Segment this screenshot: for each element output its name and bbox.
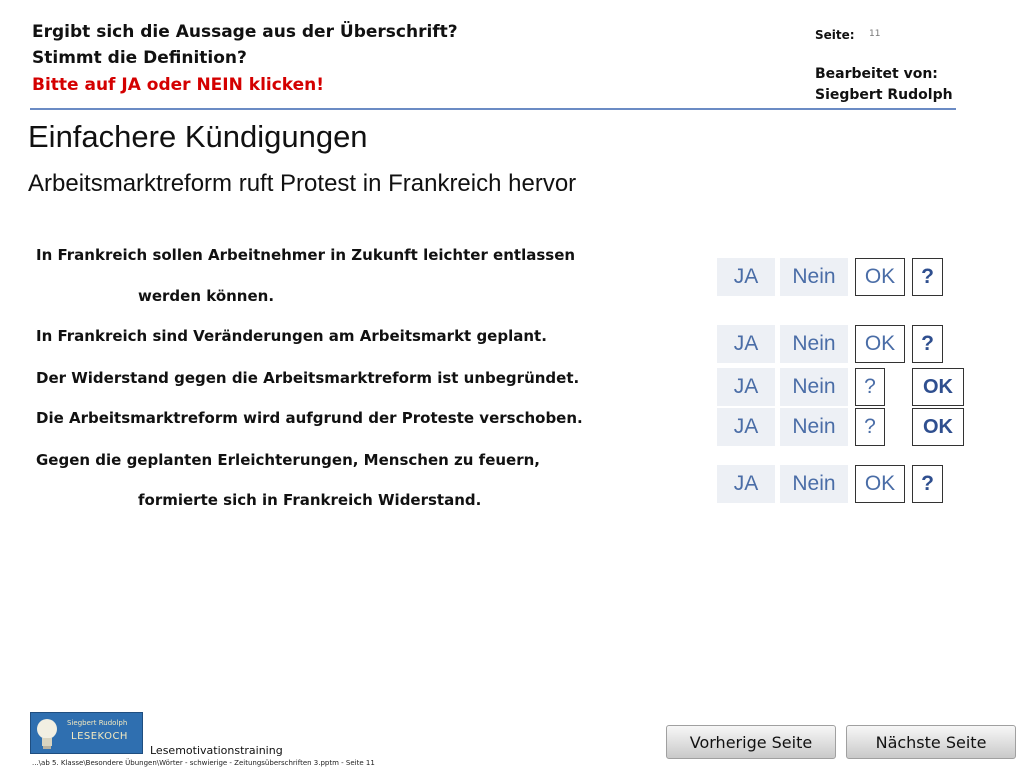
lightbulb-icon (37, 719, 57, 749)
statement-1-line-1: In Frankreich sollen Arbeitnehmer in Zuk… (36, 246, 576, 264)
row-1-no-button[interactable]: Nein (780, 258, 848, 296)
row-4-ok-button[interactable]: OK (912, 408, 964, 446)
page-title: Einfachere Kündigungen (28, 119, 368, 154)
row-5-ok-button[interactable]: OK (855, 465, 905, 503)
row-3-no-button[interactable]: Nein (780, 368, 848, 406)
row-2-yes-button[interactable]: JA (717, 325, 775, 363)
page-label: Seite: (815, 28, 855, 42)
statement-1-line-2: werden können. (138, 287, 275, 305)
statement-3: Der Widerstand gegen die Arbeitsmarktref… (36, 369, 580, 387)
row-2-question-button[interactable]: ? (912, 325, 943, 363)
row-1-yes-button[interactable]: JA (717, 258, 775, 296)
row-5-question-button[interactable]: ? (912, 465, 943, 503)
footer-file-path: ...\ab 5. Klasse\Besondere Übungen\Wörte… (32, 759, 375, 767)
footer-title: Lesemotivationstraining (150, 744, 283, 757)
row-1-question-button[interactable]: ? (912, 258, 943, 296)
row-4-no-button[interactable]: Nein (780, 408, 848, 446)
row-5-yes-button[interactable]: JA (717, 465, 775, 503)
row-4-question-button[interactable]: ? (855, 408, 885, 446)
lesekoch-logo: Siegbert Rudolph LESEKOCH (30, 712, 143, 754)
row-2-ok-button[interactable]: OK (855, 325, 905, 363)
row-4-yes-button[interactable]: JA (717, 408, 775, 446)
row-5-no-button[interactable]: Nein (780, 465, 848, 503)
previous-page-button[interactable]: Vorherige Seite (666, 725, 836, 759)
header-instruction: Bitte auf JA oder NEIN klicken! (32, 75, 325, 95)
next-page-button[interactable]: Nächste Seite (846, 725, 1016, 759)
row-3-yes-button[interactable]: JA (717, 368, 775, 406)
header-question-1: Ergibt sich die Aussage aus der Überschr… (32, 22, 458, 42)
page-subtitle: Arbeitsmarktreform ruft Protest in Frank… (28, 170, 577, 197)
editor-name: Siegbert Rudolph (815, 87, 953, 103)
header-divider (30, 108, 956, 110)
logo-brand: LESEKOCH (71, 731, 128, 742)
edited-by-label: Bearbeitet von: (815, 66, 938, 82)
statement-5-line-2: formierte sich in Frankreich Widerstand. (138, 491, 482, 509)
statement-2: In Frankreich sind Veränderungen am Arbe… (36, 327, 547, 345)
page-number: 11 (869, 29, 881, 39)
row-2-no-button[interactable]: Nein (780, 325, 848, 363)
row-3-ok-button[interactable]: OK (912, 368, 964, 406)
statement-4: Die Arbeitsmarktreform wird aufgrund der… (36, 409, 583, 427)
header-question-2: Stimmt die Definition? (32, 48, 247, 68)
statement-5-line-1: Gegen die geplanten Erleichterungen, Men… (36, 451, 540, 469)
row-3-question-button[interactable]: ? (855, 368, 885, 406)
logo-author: Siegbert Rudolph (67, 719, 128, 727)
row-1-ok-button[interactable]: OK (855, 258, 905, 296)
